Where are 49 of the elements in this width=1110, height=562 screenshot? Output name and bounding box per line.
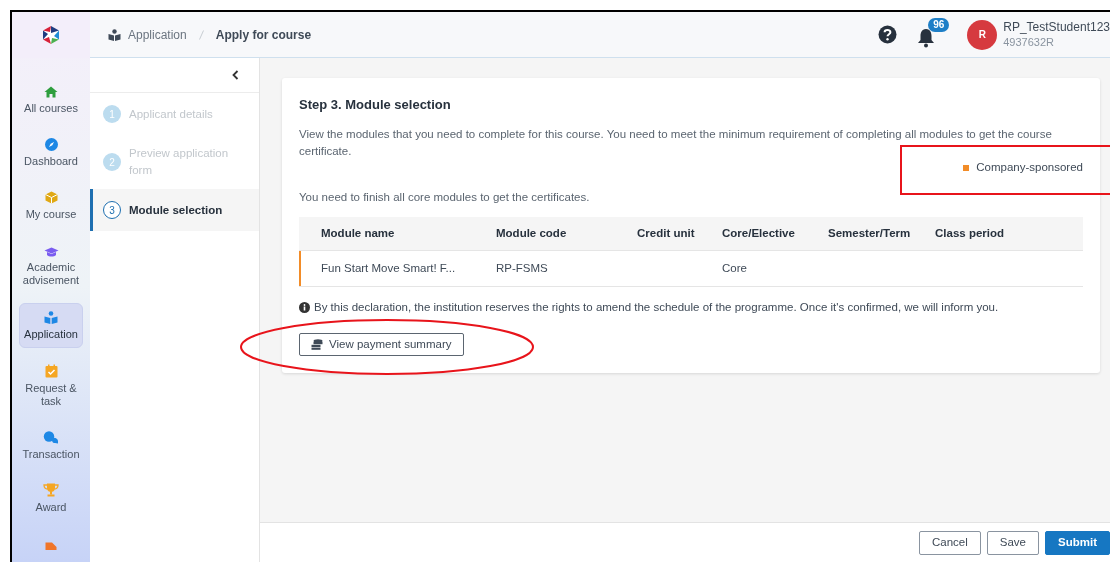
column-header: Semester/Term bbox=[828, 225, 912, 241]
home-icon bbox=[44, 86, 58, 98]
table-cell-text: Core bbox=[722, 260, 748, 276]
help-icon[interactable] bbox=[878, 25, 898, 44]
breadcrumb-link[interactable]: Apply for course bbox=[215, 25, 312, 44]
column-header: Core/Elective bbox=[722, 225, 796, 241]
collapse-chevron-icon[interactable] bbox=[232, 70, 239, 80]
notification-count: 96 bbox=[928, 17, 950, 32]
user-id: 4937632R bbox=[1003, 34, 1056, 50]
note-text: You need to finish all core modules to get the certificates. bbox=[299, 189, 591, 205]
info-icon bbox=[299, 301, 310, 313]
breadcrumb-link[interactable]: Application bbox=[128, 25, 187, 44]
notification-bell-icon[interactable] bbox=[917, 27, 936, 48]
footer-button[interactable]: Cancel bbox=[919, 530, 981, 555]
sidebar-item[interactable]: Award bbox=[19, 477, 83, 520]
box-icon bbox=[44, 191, 58, 204]
intro-text: View the modules that you need to complete for this course. You need to meet the minimum requirement of completing all modules to get the course certificate. bbox=[299, 126, 1053, 159]
step-item[interactable]: 3 Module selection bbox=[90, 189, 259, 231]
sidebar-item[interactable]: Application bbox=[19, 303, 83, 348]
logo-icon[interactable] bbox=[41, 25, 61, 45]
view-payment-summary-button[interactable]: View payment summary bbox=[299, 333, 464, 356]
user-avatar[interactable]: R bbox=[967, 19, 998, 50]
table-cell-text: RP-FSMS bbox=[496, 260, 549, 276]
footer-button[interactable]: Save bbox=[986, 530, 1039, 555]
column-header: Module name bbox=[321, 225, 396, 241]
card-title: Step 3. Module selection bbox=[299, 96, 452, 114]
reader-icon bbox=[44, 311, 58, 324]
breadcrumb-separator-icon bbox=[198, 29, 204, 40]
column-header: Module code bbox=[496, 225, 568, 241]
graduation-cap-icon bbox=[43, 247, 59, 257]
submit-button[interactable]: Submit bbox=[1045, 530, 1110, 555]
user-name: RP_TestStudent123 bbox=[1003, 19, 1110, 35]
coins-icon bbox=[311, 339, 323, 350]
sidebar-item[interactable]: Request & task bbox=[19, 358, 83, 414]
column-header: Class period bbox=[935, 225, 1006, 241]
sidebar-item[interactable]: Academic advisement bbox=[19, 237, 83, 293]
compass-icon bbox=[44, 138, 58, 151]
sidebar-item[interactable]: Dashboard bbox=[19, 131, 83, 174]
reader-icon bbox=[108, 28, 121, 41]
sidebar-item[interactable]: My course bbox=[19, 184, 83, 227]
calendar-check-icon bbox=[44, 364, 58, 378]
sidebar-item[interactable]: All courses bbox=[19, 78, 83, 121]
sidebar-item[interactable]: Transaction bbox=[19, 424, 83, 467]
declaration-text: By this declaration, the institution reserves the rights to amend the schedule of the programme. Once it's confirmed, we will inform you. bbox=[314, 299, 999, 315]
legend-label: Company-sponsored bbox=[976, 159, 1083, 175]
trophy-icon bbox=[43, 483, 59, 497]
table-cell-text: Fun Start Move Smart! F... bbox=[321, 260, 457, 276]
file-icon bbox=[45, 542, 57, 550]
column-header: Credit unit bbox=[637, 225, 696, 241]
